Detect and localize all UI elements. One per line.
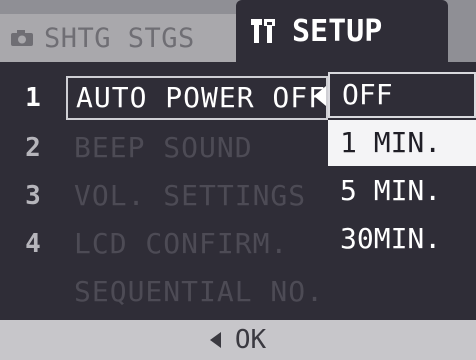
tab-shooting-settings[interactable]: SHTG STGS [0,14,238,62]
menu-item-label: BEEP SOUND [74,131,253,164]
ok-label[interactable]: OK [235,325,266,355]
option-off[interactable]: OFF [328,72,476,118]
auto-power-off-dropdown: OFF 1 MIN. 5 MIN. 30MIN. [328,72,476,266]
option-5-min[interactable]: 5 MIN. [328,168,476,214]
menu-item-label: AUTO POWER OFF [66,76,328,120]
row-number: 3 [25,181,41,211]
footer-bar: OK [0,320,476,360]
menu-row-sequential-no[interactable]: SEQUENTIAL NO. [0,270,476,314]
option-30-min[interactable]: 30MIN. [328,216,476,262]
row-number: 4 [25,229,41,259]
tab-setup-label: SETUP [292,13,383,49]
left-triangle-icon [209,332,221,348]
menu-item-label: LCD CONFIRM. [74,227,289,260]
tab-setup[interactable]: SETUP [236,0,448,62]
camera-icon [0,29,44,47]
tools-icon [236,17,292,45]
menu-item-label: VOL. SETTINGS [74,179,307,212]
tab-shooting-label: SHTG STGS [44,22,195,54]
option-1-min[interactable]: 1 MIN. [328,120,476,166]
tab-bar: SHTG STGS SETUP [0,0,476,62]
tab-bar-edge [448,14,476,62]
dropdown-pointer-icon [314,86,326,106]
camera-menu-screen: SHTG STGS SETUP 1 AUTO POWER OFF 2 BEEP … [0,0,476,360]
row-number: 1 [25,83,41,113]
menu-item-label: SEQUENTIAL NO. [74,275,325,308]
row-number: 2 [25,133,41,163]
